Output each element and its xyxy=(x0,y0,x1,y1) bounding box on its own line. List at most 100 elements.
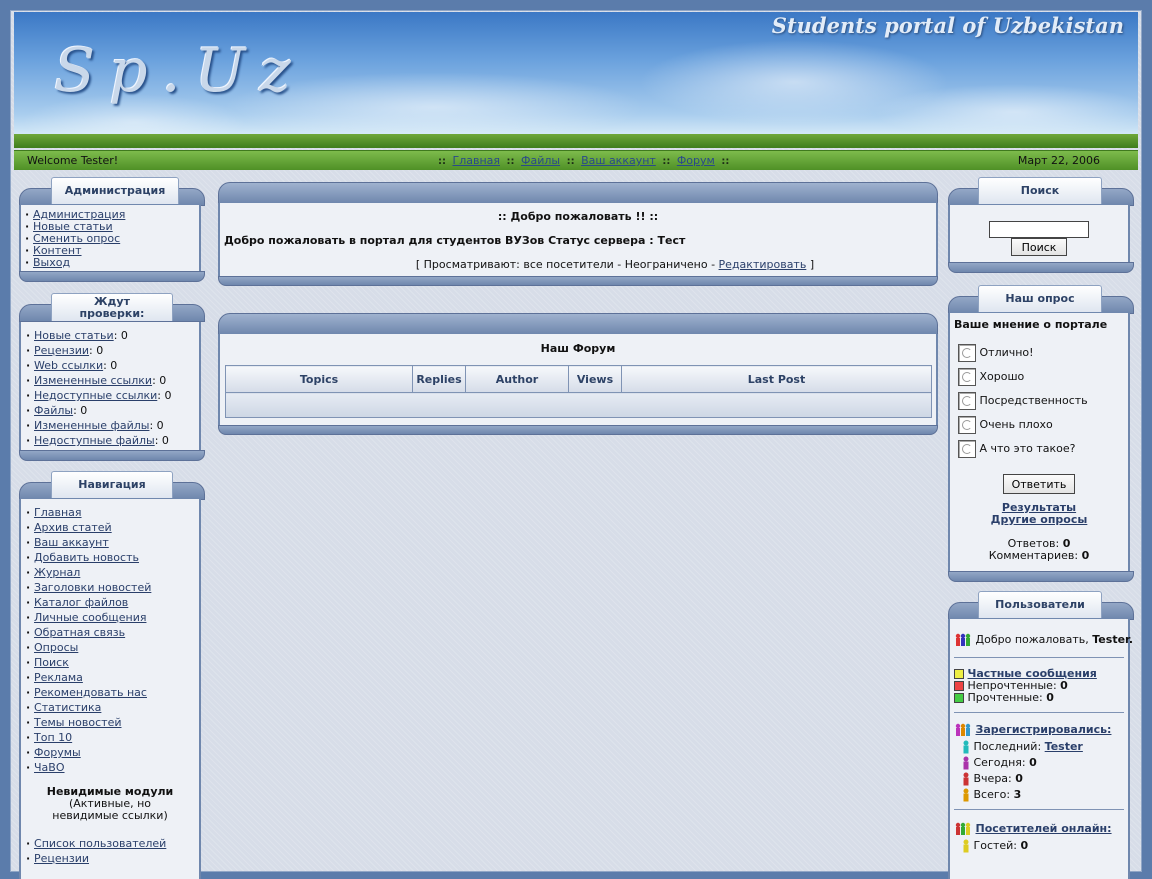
nav-item-forums[interactable]: Форумы xyxy=(34,746,81,759)
nav-link-forum[interactable]: Форум xyxy=(677,154,715,167)
nav-item-user-list[interactable]: Список пользователей xyxy=(34,837,166,850)
nav-separator: :: xyxy=(662,156,671,167)
col-last-post[interactable]: Last Post xyxy=(621,365,932,393)
waiting-new-articles[interactable]: Новые статьи xyxy=(34,329,114,342)
view-prefix: [ Просматривают: все посетители - Неогра… xyxy=(415,258,719,271)
top-nav-bar: Welcome Tester! :: Главная :: Файлы :: В… xyxy=(14,150,1138,170)
grass-strip xyxy=(14,134,1138,148)
list-item: Журнал xyxy=(26,565,199,580)
total-row: Всего: 3 xyxy=(962,787,1124,803)
nav-item-headlines[interactable]: Заголовки новостей xyxy=(34,581,151,594)
unread-value: 0 xyxy=(1060,679,1068,692)
last-user-row: Последний: Tester xyxy=(962,739,1124,755)
poll-radio[interactable] xyxy=(958,416,976,434)
poll-radio[interactable] xyxy=(958,344,976,362)
online-row: Посетителей онлайн: xyxy=(954,822,1124,838)
nav-item-reviews[interactable]: Рецензии xyxy=(34,852,89,865)
nav-link-home[interactable]: Главная xyxy=(453,154,501,167)
waiting-changed-links[interactable]: Измененные ссылки xyxy=(34,374,152,387)
waiting-broken-links[interactable]: Недоступные ссылки xyxy=(34,389,157,402)
search-block-title: Поиск xyxy=(978,177,1102,204)
admin-link-logout[interactable]: Выход xyxy=(33,256,70,269)
waiting-count: : 0 xyxy=(154,434,169,447)
search-input[interactable] xyxy=(989,221,1089,238)
waiting-count: : 0 xyxy=(73,404,88,417)
nav-item-topics[interactable]: Темы новостей xyxy=(34,716,121,729)
nav-item-file-catalog[interactable]: Каталог файлов xyxy=(34,596,128,609)
search-button[interactable]: Поиск xyxy=(1011,238,1067,256)
list-item: Новые статьи: 0 xyxy=(26,328,199,343)
list-item: Реклама xyxy=(26,670,199,685)
waiting-count: : 0 xyxy=(113,329,128,342)
poll-radio[interactable] xyxy=(958,368,976,386)
table-cell-empty xyxy=(225,392,932,418)
col-author[interactable]: Author xyxy=(465,365,569,393)
guest-icon xyxy=(963,839,969,853)
col-views[interactable]: Views xyxy=(568,365,622,393)
list-item: Опросы xyxy=(26,640,199,655)
admin-block-title: Администрация xyxy=(51,177,179,204)
online-link[interactable]: Посетителей онлайн: xyxy=(976,822,1112,835)
poll-option-label: А что это такое? xyxy=(979,442,1076,455)
welcome-text: Welcome Tester! xyxy=(27,154,119,167)
waiting-changed-files[interactable]: Измененные файлы xyxy=(34,419,149,432)
poll-radio[interactable] xyxy=(958,440,976,458)
nav-item-stats[interactable]: Статистика xyxy=(34,701,101,714)
nav-item-feedback[interactable]: Обратная связь xyxy=(34,626,125,639)
waiting-block-title: Ждут проверки: xyxy=(51,293,173,321)
nav-item-polls[interactable]: Опросы xyxy=(34,641,78,654)
list-item: Топ 10 xyxy=(26,730,199,745)
waiting-files[interactable]: Файлы xyxy=(34,404,73,417)
poll-vote-button[interactable]: Ответить xyxy=(1003,474,1075,494)
edit-link[interactable]: Редактировать xyxy=(719,258,807,271)
waiting-block: Ждут проверки: Новые статьи: 0 Рецензии:… xyxy=(19,293,205,461)
waiting-list: Новые статьи: 0 Рецензии: 0 Web ссылки: … xyxy=(21,322,199,448)
waiting-broken-files[interactable]: Недоступные файлы xyxy=(34,434,155,447)
waiting-title-line2: проверки: xyxy=(79,306,145,320)
poll-block: Наш опрос Ваше мнение о портале Отлично!… xyxy=(948,285,1134,582)
col-replies[interactable]: Replies xyxy=(412,365,466,393)
waiting-count: : 0 xyxy=(103,359,118,372)
list-item: Рекомендовать нас xyxy=(26,685,199,700)
list-item: Статистика xyxy=(26,700,199,715)
nav-link-account[interactable]: Ваш аккаунт xyxy=(581,154,656,167)
nav-item-recommend[interactable]: Рекомендовать нас xyxy=(34,686,147,699)
list-item: Недоступные файлы: 0 xyxy=(26,433,199,448)
nav-item-home[interactable]: Главная xyxy=(34,506,82,519)
list-item: Главная xyxy=(26,505,199,520)
waiting-count: : 0 xyxy=(89,344,104,357)
poll-radio[interactable] xyxy=(958,392,976,410)
waiting-web-links[interactable]: Web ссылки xyxy=(34,359,103,372)
header-banner: Sp.Uz Students portal of Uzbekistan xyxy=(14,12,1138,148)
nav-item-journal[interactable]: Журнал xyxy=(34,566,80,579)
poll-other-link[interactable]: Другие опросы xyxy=(991,513,1088,526)
site-logo[interactable]: Sp.Uz xyxy=(54,36,305,106)
waiting-count: : 0 xyxy=(149,419,164,432)
list-item: Темы новостей xyxy=(26,715,199,730)
view-permissions: [ Просматривают: все посетители - Неогра… xyxy=(220,258,936,271)
top-nav-links: :: Главная :: Файлы :: Ваш аккаунт :: Фо… xyxy=(438,154,729,167)
registered-row: Зарегистрировались: xyxy=(954,723,1124,739)
nav-link-files[interactable]: Файлы xyxy=(521,154,560,167)
waiting-count: : 0 xyxy=(157,389,172,402)
nav-item-add-news[interactable]: Добавить новость xyxy=(34,551,139,564)
waiting-reviews[interactable]: Рецензии xyxy=(34,344,89,357)
yesterday-row: Вчера: 0 xyxy=(962,771,1124,787)
read-row: Прочтенные: 0 xyxy=(954,692,1124,704)
nav-item-faq[interactable]: ЧаВО xyxy=(34,761,65,774)
nav-item-account[interactable]: Ваш аккаунт xyxy=(34,536,109,549)
nav-item-private-messages[interactable]: Личные сообщения xyxy=(34,611,146,624)
nav-item-archive[interactable]: Архив статей xyxy=(34,521,112,534)
today-label: Сегодня: xyxy=(973,756,1026,769)
nav-item-ads[interactable]: Реклама xyxy=(34,671,83,684)
last-user-link[interactable]: Tester xyxy=(1045,740,1083,753)
registered-link[interactable]: Зарегистрировались: xyxy=(976,723,1112,736)
poll-option-label: Отлично! xyxy=(979,346,1034,359)
waiting-title-line1: Ждут xyxy=(94,294,130,308)
col-topics[interactable]: Topics xyxy=(225,365,413,393)
nav-item-top10[interactable]: Топ 10 xyxy=(34,731,72,744)
navigation-block-title: Навигация xyxy=(51,471,173,498)
nav-item-search[interactable]: Поиск xyxy=(34,656,69,669)
envelope-icon xyxy=(954,669,964,679)
list-item: Файлы: 0 xyxy=(26,403,199,418)
